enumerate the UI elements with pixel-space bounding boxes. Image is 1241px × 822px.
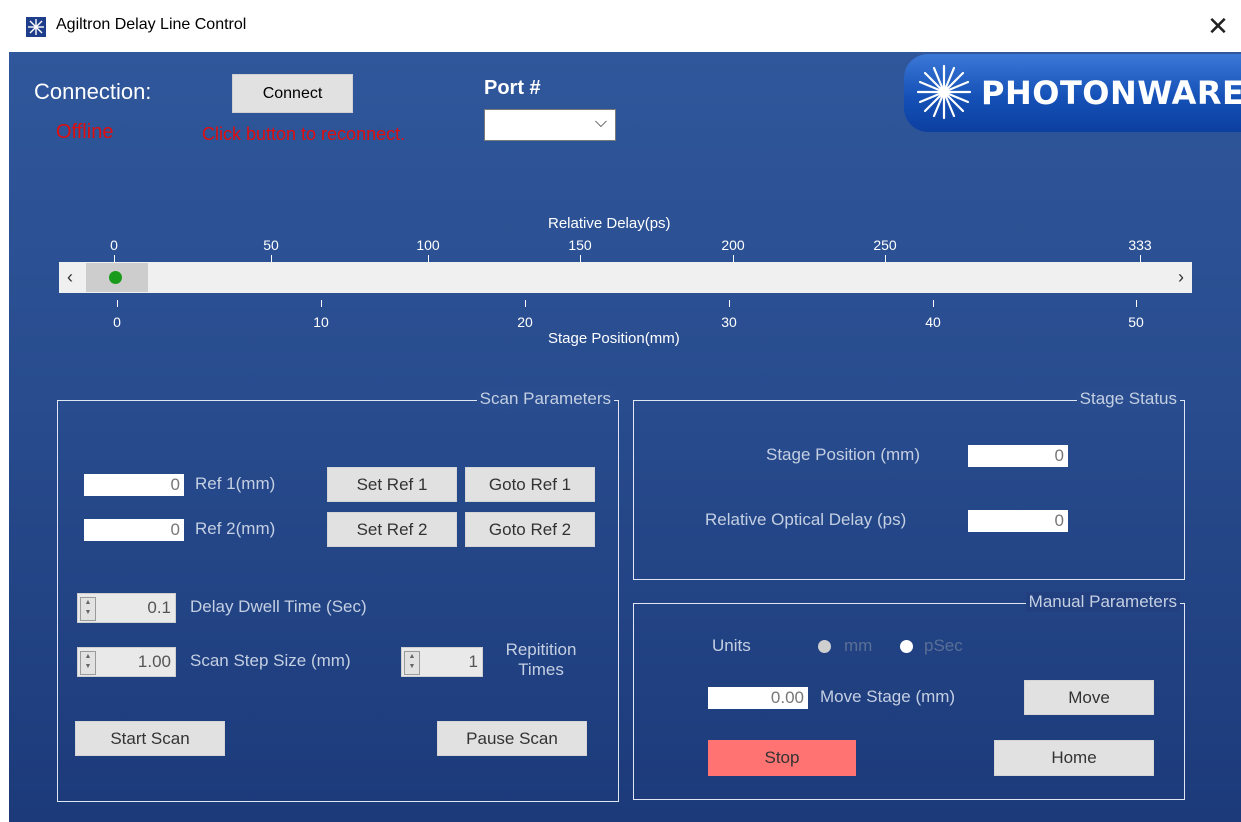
position-tick-mark xyxy=(729,300,730,307)
spin-arrows-icon[interactable]: ▲ ▼ xyxy=(80,597,96,621)
delay-tick-mark xyxy=(114,255,115,262)
stage-position-slider[interactable]: ‹ › xyxy=(59,262,1192,293)
ref2-input[interactable]: 0 xyxy=(84,519,184,541)
connection-label: Connection: xyxy=(34,79,152,104)
position-tick-mark xyxy=(933,300,934,307)
delay-tick-mark xyxy=(885,255,886,262)
delay-tick-label: 0 xyxy=(110,237,118,253)
repetition-stepper[interactable]: ▲ ▼ 1 xyxy=(401,647,483,677)
delay-tick-label: 333 xyxy=(1128,237,1152,253)
stage-status-title: Stage Status xyxy=(1076,389,1180,409)
delay-tick-mark xyxy=(1140,255,1141,262)
stage-position-readout: 0 xyxy=(968,445,1068,467)
delay-tick-label: 50 xyxy=(263,237,279,253)
manual-parameters-title: Manual Parameters xyxy=(1025,592,1180,612)
scan-parameters-title: Scan Parameters xyxy=(476,389,614,409)
delay-tick-label: 150 xyxy=(568,237,592,253)
move-stage-label: Move Stage (mm) xyxy=(820,687,956,706)
connection-status: Offline xyxy=(56,121,114,143)
optical-delay-label: Relative Optical Delay (ps) xyxy=(705,510,907,529)
delay-tick-mark xyxy=(733,255,734,262)
set-ref2-button[interactable]: Set Ref 2 xyxy=(327,512,457,547)
position-tick-mark xyxy=(525,300,526,307)
start-scan-button[interactable]: Start Scan xyxy=(75,721,225,756)
scroll-left-icon[interactable]: ‹ xyxy=(59,262,81,293)
main-panel: Connection: Offline Connect Click button… xyxy=(9,52,1241,822)
step-size-label: Scan Step Size (mm) xyxy=(190,651,351,670)
units-label: Units xyxy=(712,636,751,655)
scan-parameters-group: Scan Parameters 0 Ref 1(mm) Set Ref 1 Go… xyxy=(57,389,619,802)
delay-tick-label: 250 xyxy=(873,237,897,253)
optical-delay-readout: 0 xyxy=(968,510,1068,532)
pause-scan-button[interactable]: Pause Scan xyxy=(437,721,587,756)
set-ref1-button[interactable]: Set Ref 1 xyxy=(327,467,457,502)
unit-mm-radio[interactable] xyxy=(818,640,831,653)
close-icon[interactable]: ✕ xyxy=(1201,10,1235,42)
dwell-time-stepper[interactable]: ▲ ▼ 0.1 xyxy=(77,593,176,623)
unit-mm-label: mm xyxy=(844,636,873,655)
app-star-icon xyxy=(26,17,46,37)
position-tick-mark xyxy=(321,300,322,307)
position-tick-label: 10 xyxy=(313,314,329,330)
spin-arrows-icon[interactable]: ▲ ▼ xyxy=(404,651,420,675)
dwell-time-value: 0.1 xyxy=(147,598,171,617)
ref2-label: Ref 2(mm) xyxy=(195,519,276,538)
move-button[interactable]: Move xyxy=(1024,680,1154,715)
title-bar: Agiltron Delay Line Control ✕ xyxy=(0,0,1241,52)
position-tick-label: 0 xyxy=(113,314,121,330)
repetition-label-line1: Repitition xyxy=(505,640,577,659)
reconnect-message: Click button to reconnect. xyxy=(202,124,406,144)
delay-tick-mark xyxy=(428,255,429,262)
scroll-right-icon[interactable]: › xyxy=(1170,262,1192,293)
slider-thumb[interactable] xyxy=(86,263,148,292)
unit-psec-label: pSec xyxy=(924,636,963,655)
repetition-value: 1 xyxy=(468,652,478,671)
step-size-value: 1.00 xyxy=(137,652,171,671)
ref1-label: Ref 1(mm) xyxy=(195,474,276,493)
ref1-input[interactable]: 0 xyxy=(84,474,184,496)
manual-parameters-group: Manual Parameters Units mm pSec 0.00 Mov… xyxy=(633,592,1185,800)
position-tick-label: 40 xyxy=(925,314,941,330)
spin-arrows-icon[interactable]: ▲ ▼ xyxy=(80,651,96,675)
goto-ref2-button[interactable]: Goto Ref 2 xyxy=(465,512,595,547)
connect-button[interactable]: Connect xyxy=(232,74,353,113)
port-label: Port # xyxy=(484,77,541,99)
home-button[interactable]: Home xyxy=(994,740,1154,776)
stage-position-title: Stage Position(mm) xyxy=(548,330,680,347)
delay-tick-mark xyxy=(580,255,581,262)
move-stage-input[interactable]: 0.00 xyxy=(708,687,808,709)
delay-tick-label: 200 xyxy=(721,237,745,253)
position-indicator-dot xyxy=(109,271,122,284)
position-tick-label: 20 xyxy=(517,314,533,330)
position-tick-mark xyxy=(117,300,118,307)
chevron-down-icon: ⌵ xyxy=(594,114,607,131)
repetition-label: Repitition Times xyxy=(496,640,586,680)
stop-button[interactable]: Stop xyxy=(708,740,856,776)
port-select[interactable]: ⌵ xyxy=(484,109,616,141)
photonwares-logo: PHOTONWARES xyxy=(904,54,1241,132)
repetition-label-line2: Times xyxy=(518,660,564,679)
unit-psec-radio[interactable] xyxy=(900,640,913,653)
step-size-stepper[interactable]: ▲ ▼ 1.00 xyxy=(77,647,176,677)
logo-text: PHOTONWARES xyxy=(981,74,1241,112)
delay-tick-label: 100 xyxy=(416,237,440,253)
star-burst-icon xyxy=(916,64,972,120)
stage-position-label: Stage Position (mm) xyxy=(766,445,920,464)
position-tick-label: 30 xyxy=(721,314,737,330)
position-tick-mark xyxy=(1136,300,1137,307)
delay-tick-mark xyxy=(271,255,272,262)
dwell-time-label: Delay Dwell Time (Sec) xyxy=(190,597,367,616)
window-title: Agiltron Delay Line Control xyxy=(56,16,247,33)
goto-ref1-button[interactable]: Goto Ref 1 xyxy=(465,467,595,502)
stage-status-group: Stage Status Stage Position (mm) 0 Relat… xyxy=(633,389,1185,580)
position-tick-label: 50 xyxy=(1128,314,1144,330)
relative-delay-title: Relative Delay(ps) xyxy=(548,215,671,232)
